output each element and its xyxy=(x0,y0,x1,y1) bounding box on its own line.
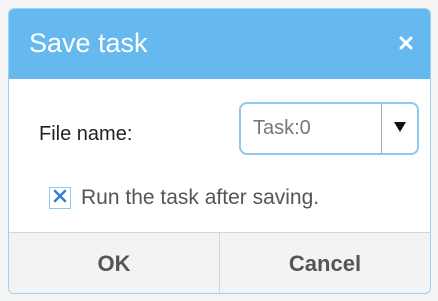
cancel-button[interactable]: Cancel xyxy=(219,233,430,293)
chevron-down-icon xyxy=(393,120,407,138)
dropdown-button[interactable] xyxy=(381,104,417,153)
file-name-select[interactable]: Task:0 xyxy=(239,102,419,155)
close-button[interactable] xyxy=(392,29,420,57)
file-name-label: File name: xyxy=(39,123,133,145)
check-x-icon xyxy=(52,188,68,209)
dialog-buttons: OK Cancel xyxy=(9,232,430,293)
run-after-saving-label: Run the task after saving. xyxy=(81,186,320,209)
save-task-dialog: Save task File name: Task:0 Run the task… xyxy=(8,8,431,294)
dialog-title: Save task xyxy=(29,28,148,58)
file-name-value: Task:0 xyxy=(253,117,311,139)
ok-button[interactable]: OK xyxy=(9,233,219,293)
run-after-saving-option[interactable]: Run the task after saving. xyxy=(49,185,319,211)
close-icon xyxy=(398,35,414,51)
dialog-titlebar: Save task xyxy=(9,9,430,79)
run-after-saving-checkbox[interactable] xyxy=(49,187,71,209)
